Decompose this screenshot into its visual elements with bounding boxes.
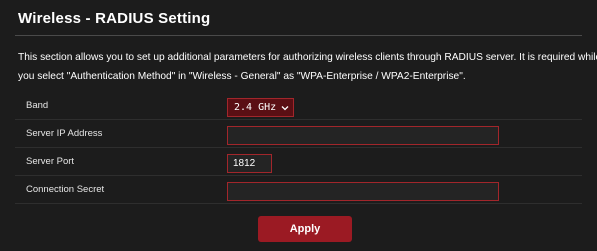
title-divider [15, 35, 582, 36]
band-selected-value: 2.4 GHz [234, 102, 277, 113]
server-ip-field [227, 125, 499, 145]
connection-secret-label: Connection Secret [26, 184, 105, 195]
server-port-label: Server Port [26, 156, 75, 167]
page-title: Wireless - RADIUS Setting [18, 10, 211, 27]
band-field: 2.4 GHz [227, 97, 295, 117]
server-port-row: Server Port [15, 148, 582, 176]
server-ip-row: Server IP Address [15, 120, 582, 148]
action-bar: Apply [0, 216, 597, 244]
radius-form: Band 2.4 GHz Server IP Address Server Po… [15, 92, 582, 204]
description-line-2: you select "Authentication Method" in "W… [18, 71, 466, 82]
server-ip-input[interactable] [227, 126, 499, 145]
chevron-down-icon [281, 105, 289, 110]
server-port-field [227, 153, 272, 173]
server-ip-label: Server IP Address [26, 128, 103, 139]
radius-settings-page: Wireless - RADIUS Setting This section a… [0, 0, 597, 251]
band-label: Band [26, 100, 49, 111]
connection-secret-row: Connection Secret [15, 176, 582, 204]
band-select[interactable]: 2.4 GHz [227, 98, 295, 117]
connection-secret-input[interactable] [227, 182, 499, 201]
band-row: Band 2.4 GHz [15, 92, 582, 120]
connection-secret-field [227, 181, 499, 201]
apply-button[interactable]: Apply [258, 216, 352, 242]
server-port-input[interactable] [227, 154, 272, 173]
description-line-1: This section allows you to set up additi… [18, 52, 597, 63]
section-description: This section allows you to set up additi… [18, 48, 597, 86]
